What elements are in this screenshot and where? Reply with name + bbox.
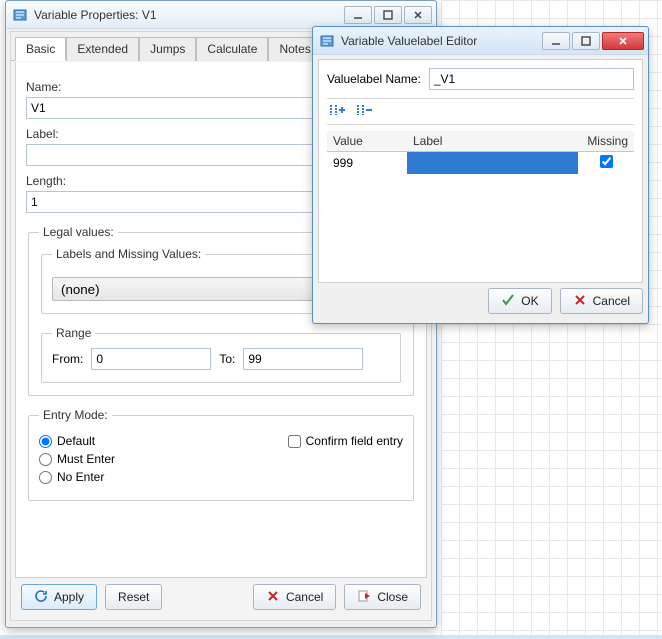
range-group: Range From: To: [41,326,401,383]
reset-button[interactable]: Reset [105,584,162,610]
cancel-icon [266,589,280,606]
valuelabel-name-label: Valuelabel Name: [327,72,421,86]
close-icon [357,589,371,606]
entry-mode-group: Entry Mode: Default Must Enter [28,408,414,501]
col-value[interactable]: Value [327,131,407,152]
labels-missing-legend: Labels and Missing Values: [52,247,205,261]
entry-default-label: Default [57,434,95,448]
close-button-label: Close [377,590,408,604]
minimize-button[interactable] [542,32,570,50]
button-bar: OK Cancel [318,285,643,317]
cancel-button-label: Cancel [286,590,323,604]
client-area: Valuelabel Name: Value Label Missing 99 [318,59,643,283]
ok-icon [501,293,515,310]
entry-mustenter-radio[interactable] [39,453,52,466]
cancel-button-label: Cancel [593,294,630,308]
valuelabel-toolbar [327,98,634,125]
add-row-icon[interactable] [329,103,345,120]
apply-button[interactable]: Apply [21,584,97,610]
decorative-bottom-border [0,635,662,639]
missing-checkbox[interactable] [600,155,613,168]
cancel-button[interactable]: Cancel [560,288,643,314]
entry-noenter-label: No Enter [57,470,104,484]
tab-jumps[interactable]: Jumps [139,37,196,61]
titlebar[interactable]: Variable Valuelabel Editor [313,27,648,55]
ok-button[interactable]: OK [488,288,551,314]
from-input[interactable] [91,348,211,370]
maximize-button[interactable] [374,6,402,24]
tab-basic[interactable]: Basic [15,37,66,61]
cancel-button[interactable]: Cancel [253,584,336,610]
refresh-icon [34,589,48,606]
cell-missing[interactable] [578,152,634,175]
valuelabel-editor-window: Variable Valuelabel Editor Valuelabel Na… [312,26,649,324]
entry-mode-legend: Entry Mode: [39,408,112,422]
entry-mustenter-label: Must Enter [57,452,115,466]
close-button-action[interactable]: Close [344,584,421,610]
valuelabel-name-input[interactable] [429,68,634,90]
minimize-button[interactable] [344,6,372,24]
app-icon [12,7,28,23]
tab-extended[interactable]: Extended [66,37,139,61]
close-button[interactable] [404,6,432,24]
cell-label[interactable] [407,152,578,175]
to-input[interactable] [243,348,363,370]
entry-default-radio[interactable] [39,435,52,448]
cell-value[interactable]: 999 [327,152,407,175]
reset-button-label: Reset [118,590,149,604]
ok-button-label: OK [521,294,538,308]
legal-values-legend: Legal values: [39,225,118,239]
to-label: To: [219,352,235,366]
close-button[interactable] [602,32,644,50]
button-bar: Apply Reset Cancel Close [15,580,427,614]
confirm-field-entry-checkbox[interactable] [288,435,301,448]
apply-button-label: Apply [54,590,84,604]
remove-row-icon[interactable] [356,103,372,120]
tab-calculate[interactable]: Calculate [196,37,268,61]
from-label: From: [52,352,83,366]
confirm-field-entry-label: Confirm field entry [306,434,403,448]
cancel-icon [573,293,587,310]
entry-noenter-radio[interactable] [39,471,52,484]
app-icon [319,33,335,49]
valuelabel-table[interactable]: Value Label Missing 999 [327,131,634,174]
col-missing[interactable]: Missing [578,131,634,152]
window-title: Variable Properties: V1 [34,8,342,22]
range-legend: Range [52,326,95,340]
maximize-button[interactable] [572,32,600,50]
titlebar[interactable]: Variable Properties: V1 [6,1,436,29]
window-title: Variable Valuelabel Editor [341,34,540,48]
table-row[interactable]: 999 [327,152,634,175]
col-label[interactable]: Label [407,131,578,152]
